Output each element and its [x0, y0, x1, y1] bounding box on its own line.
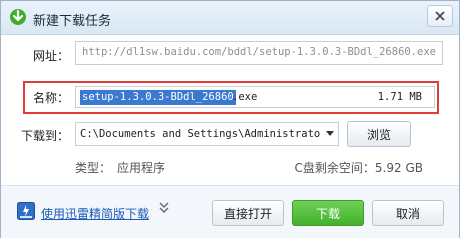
- download-button[interactable]: 下载: [292, 200, 364, 226]
- use-thunder-lite-link[interactable]: 使用迅雷精简版下载: [41, 205, 149, 222]
- dialog-footer: 使用迅雷精简版下载 直接打开 下载 取消: [1, 185, 459, 238]
- filename-extension: .exe: [232, 91, 258, 103]
- new-download-dialog: 新建下载任务 网址： http://dl1sw.baidu.com/bddl/s…: [0, 0, 460, 238]
- save-to-label: 下载到：: [21, 129, 70, 143]
- file-size: 1.71 MB: [377, 91, 422, 103]
- cancel-button[interactable]: 取消: [372, 200, 444, 226]
- browse-button[interactable]: 浏览: [347, 121, 411, 147]
- open-directly-button[interactable]: 直接打开: [212, 200, 284, 226]
- download-arrow-icon: [10, 9, 26, 25]
- title-bar[interactable]: 新建下载任务: [1, 1, 459, 35]
- save-path-value: C:\Documents and Settings\Administrator\…: [80, 128, 320, 140]
- chevron-down-icon[interactable]: [326, 131, 334, 136]
- close-button[interactable]: [427, 5, 453, 27]
- type-value: 应用程序: [117, 161, 166, 175]
- close-icon: [435, 11, 445, 21]
- double-chevron-down-icon[interactable]: [159, 202, 169, 217]
- save-path-select[interactable]: C:\Documents and Settings\Administrator\…: [75, 122, 339, 146]
- name-label: 名称：: [33, 91, 70, 105]
- filename-input[interactable]: setup-1.3.0.3-BDdl_26860 .exe 1.71 MB: [75, 86, 435, 108]
- filename-selected-text: setup-1.3.0.3-BDdl_26860: [80, 90, 236, 105]
- url-label: 网址：: [33, 49, 70, 63]
- type-label: 类型：: [75, 161, 112, 175]
- thunder-lite-icon: [17, 202, 35, 220]
- url-field[interactable]: http://dl1sw.baidu.com/bddl/setup-1.3.0.…: [75, 41, 443, 65]
- window-title: 新建下载任务: [33, 14, 112, 29]
- url-value: http://dl1sw.baidu.com/bddl/setup-1.3.0.…: [82, 46, 437, 58]
- double-chevron-down-icon-shape: [159, 202, 169, 213]
- free-space-text: C盘剩余空间：5.92 GB: [294, 161, 423, 175]
